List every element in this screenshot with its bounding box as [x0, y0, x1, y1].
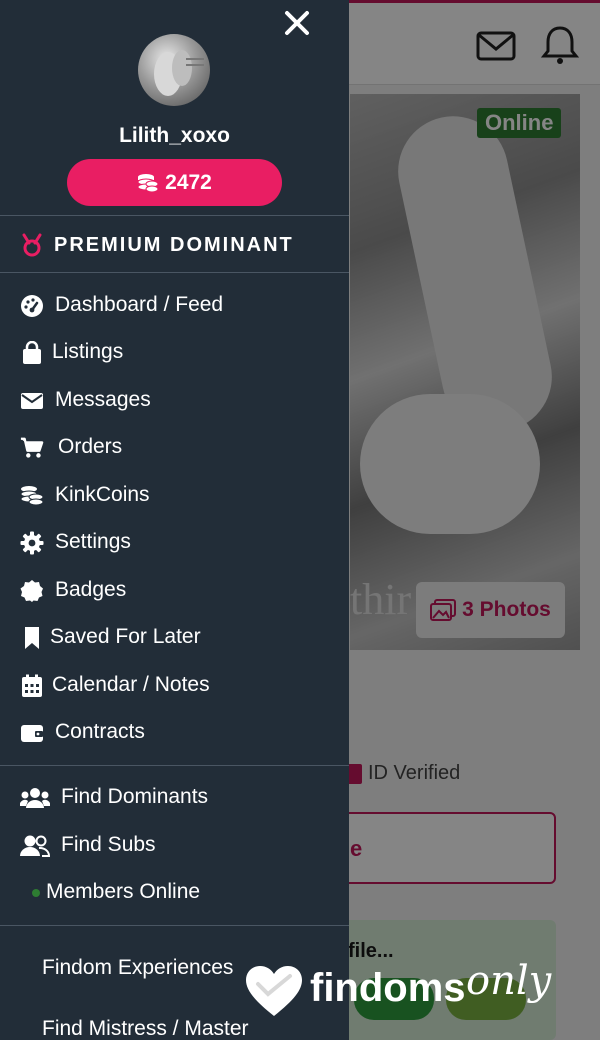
watermark-script: only [466, 958, 552, 1004]
menu-item-label: Settings [55, 530, 131, 553]
menu-item-label: Calendar / Notes [52, 673, 210, 696]
side-drawer: Lilith_xoxo 2472 PREMIUM DOMINANT Dashbo… [0, 0, 349, 1040]
watermark: findoms only [244, 958, 594, 1028]
shopping-bag-icon [20, 341, 44, 365]
menu-item-listings[interactable]: Listings [0, 331, 349, 375]
menu-item-label: Messages [55, 388, 151, 411]
menu-item-label: Find Subs [61, 833, 156, 856]
online-dot-icon [24, 881, 48, 905]
menu-item-badges[interactable]: Badges [0, 569, 349, 613]
coins-icon [20, 484, 44, 508]
close-drawer-button[interactable] [280, 6, 314, 40]
menu-item-saved[interactable]: Saved For Later [0, 616, 349, 660]
menu-item-label: Members Online [46, 880, 201, 903]
users-icon [20, 786, 50, 810]
divider [0, 765, 349, 766]
divider [0, 925, 349, 926]
link-label: Find Mistress / Master [42, 1017, 249, 1040]
divider [0, 215, 349, 216]
coin-balance-value: 2472 [165, 170, 212, 194]
menu-item-messages[interactable]: Messages [0, 379, 349, 423]
close-icon [285, 11, 309, 35]
menu-item-orders[interactable]: Orders [0, 426, 349, 470]
dashboard-icon [20, 294, 44, 318]
envelope-icon [20, 389, 44, 413]
calendar-icon [20, 674, 44, 698]
gear-icon [20, 531, 44, 555]
menu-item-label: Listings [52, 340, 124, 363]
coin-balance-button[interactable]: 2472 [67, 159, 282, 206]
coins-icon [137, 173, 159, 192]
bookmark-icon [20, 626, 44, 650]
tier-label-row: PREMIUM DOMINANT [20, 230, 294, 260]
menu-item-label: Find Dominants [61, 785, 209, 808]
link-label: Findom Experiences [42, 956, 234, 979]
menu-item-calendar[interactable]: Calendar / Notes [0, 664, 349, 708]
medal-icon [22, 233, 42, 257]
menu-item-find-subs[interactable]: Find Subs [0, 824, 349, 868]
tier-label: PREMIUM DOMINANT [54, 233, 294, 256]
heart-logo-icon [246, 966, 302, 1016]
menu-item-contracts[interactable]: Contracts [0, 711, 349, 755]
menu-item-label: Orders [58, 435, 123, 458]
menu-item-label: Badges [55, 578, 127, 601]
menu-item-settings[interactable]: Settings [0, 521, 349, 565]
menu-item-label: Dashboard / Feed [55, 293, 224, 316]
watermark-brand: findoms [310, 966, 466, 1010]
username: Lilith_xoxo [119, 124, 230, 147]
menu-item-label: Saved For Later [50, 625, 201, 648]
user-friends-icon [20, 834, 50, 858]
menu-item-members-online[interactable]: Members Online [0, 871, 349, 915]
wallet-icon [20, 721, 44, 745]
cart-icon [20, 436, 44, 460]
menu-item-label: Contracts [55, 720, 145, 743]
divider [0, 272, 349, 273]
menu-item-dashboard[interactable]: Dashboard / Feed [0, 284, 349, 328]
badge-icon [20, 579, 44, 603]
menu-item-label: KinkCoins [55, 483, 150, 506]
menu-item-find-dominants[interactable]: Find Dominants [0, 776, 349, 820]
user-avatar[interactable] [138, 34, 210, 106]
menu-item-kinkcoins[interactable]: KinkCoins [0, 474, 349, 518]
